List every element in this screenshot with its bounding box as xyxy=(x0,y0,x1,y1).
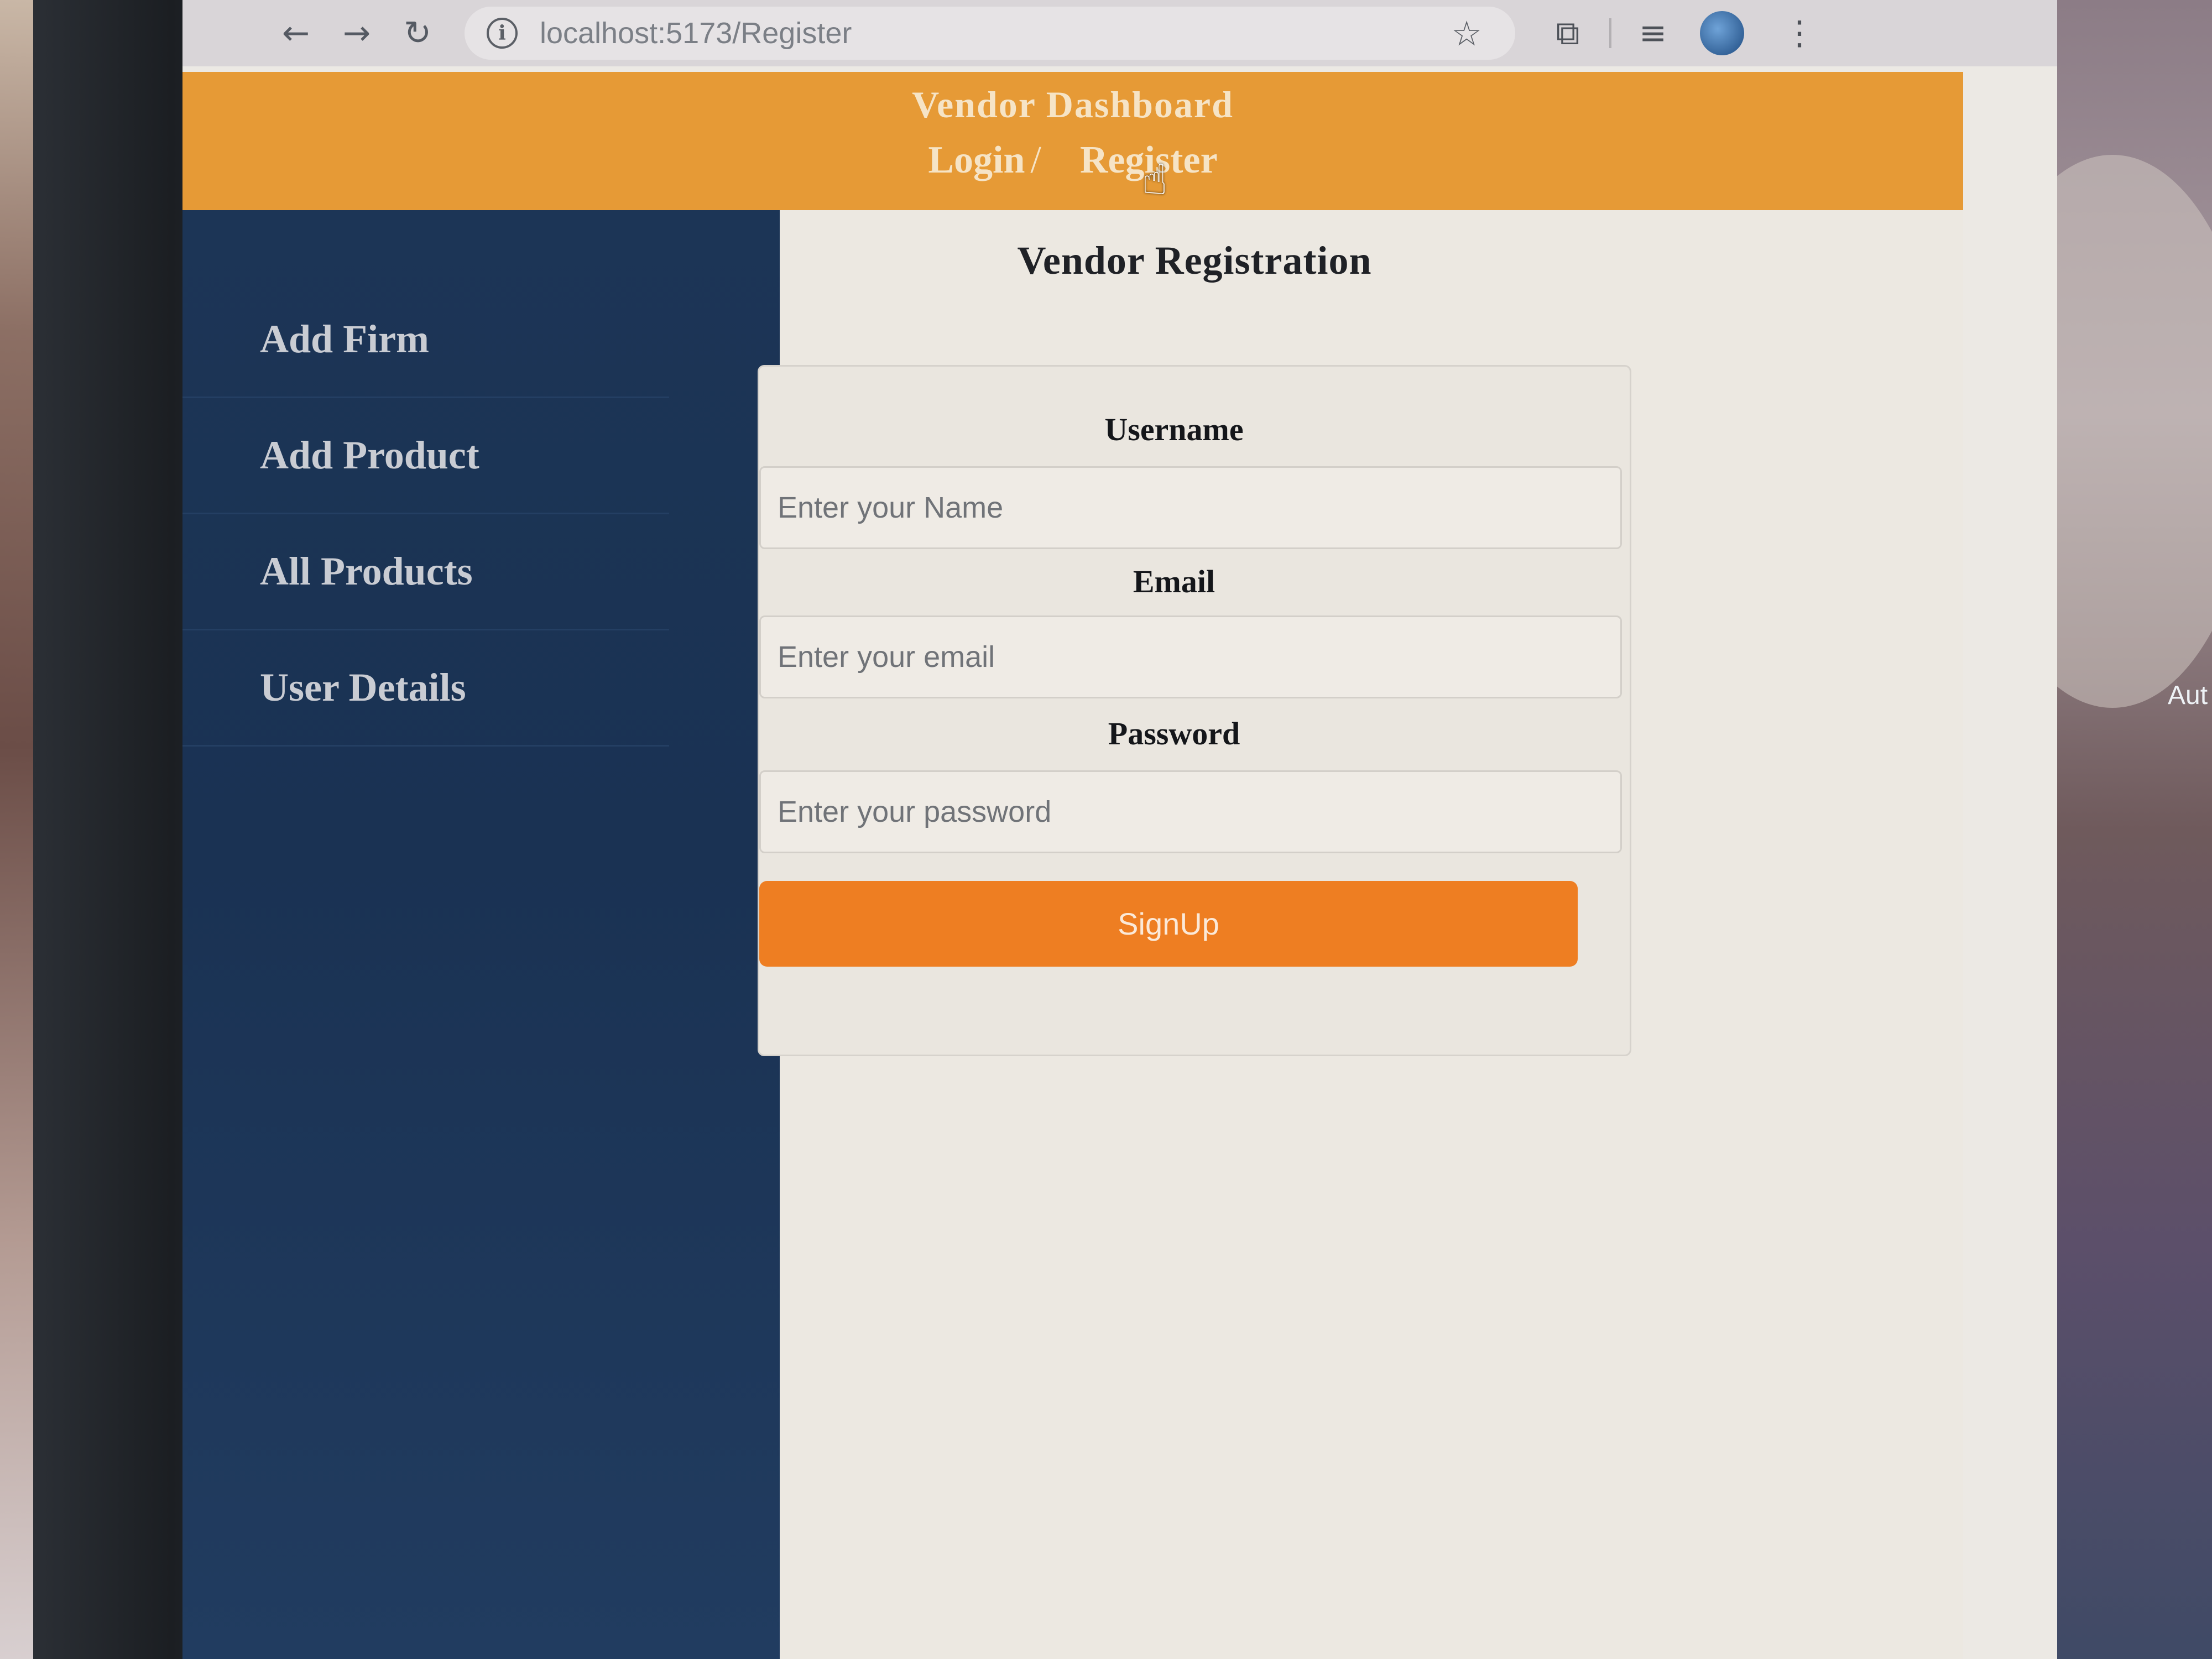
registration-form: Username Email Password SignUp xyxy=(758,365,1631,1056)
login-link[interactable]: Login xyxy=(928,138,1025,182)
username-input[interactable] xyxy=(759,466,1622,549)
sidebar-item-label: Add Firm xyxy=(260,317,429,361)
main-content: Vendor Registration Username Email Passw… xyxy=(758,210,1963,1659)
sidebar-item-label: Add Product xyxy=(260,433,479,477)
signup-button[interactable]: SignUp xyxy=(759,881,1578,967)
sidebar-item-add-product[interactable]: Add Product xyxy=(182,398,669,514)
info-icon[interactable]: i xyxy=(487,18,518,49)
sidebar-item-label: All Products xyxy=(260,549,473,593)
email-input[interactable] xyxy=(759,615,1622,698)
arrow-left-icon[interactable]: ← xyxy=(265,3,326,64)
page-title: Vendor Registration xyxy=(1017,238,1372,283)
avatar-icon[interactable] xyxy=(1700,11,1744,55)
sidebar-item-all-products[interactable]: All Products xyxy=(182,514,669,630)
vertical-dots-icon[interactable]: ⋮ xyxy=(1783,14,1816,53)
puzzle-icon[interactable]: ⧉ xyxy=(1537,3,1598,64)
email-label: Email xyxy=(1133,564,1215,599)
browser-toolbar: ← → ↻ i localhost:5173/Register ☆ ⧉ ≡ ⋮ xyxy=(182,0,2057,66)
toolbar-separator xyxy=(1609,18,1611,48)
header-nav: Login / Register xyxy=(182,138,1963,182)
playlist-icon[interactable]: ≡ xyxy=(1623,3,1683,64)
url-text[interactable]: localhost:5173/Register xyxy=(540,16,1451,50)
app-title: Vendor Dashboard xyxy=(912,84,1234,126)
browser-window: ← → ↻ i localhost:5173/Register ☆ ⧉ ≡ ⋮ … xyxy=(182,0,2057,1659)
sidebar-item-add-firm[interactable]: Add Firm xyxy=(182,282,669,398)
reload-icon[interactable]: ↻ xyxy=(387,3,448,64)
password-label: Password xyxy=(1108,716,1240,752)
star-icon[interactable]: ☆ xyxy=(1451,13,1482,54)
sidebar-item-label: User Details xyxy=(260,665,466,709)
app-header: Vendor Dashboard Login / Register ☝ xyxy=(182,72,1963,210)
username-label: Username xyxy=(1104,411,1244,447)
background-text: Aut xyxy=(2168,681,2208,710)
sidebar-item-user-details[interactable]: User Details xyxy=(182,630,669,747)
address-bar[interactable]: i localhost:5173/Register ☆ xyxy=(465,7,1515,60)
password-input[interactable] xyxy=(759,770,1622,853)
hand-cursor-icon: ☝ xyxy=(1142,155,1168,204)
nav-separator: / xyxy=(1030,139,1041,181)
sidebar: Add Firm Add Product All Products User D… xyxy=(182,210,780,1659)
arrow-right-icon[interactable]: → xyxy=(326,3,387,64)
